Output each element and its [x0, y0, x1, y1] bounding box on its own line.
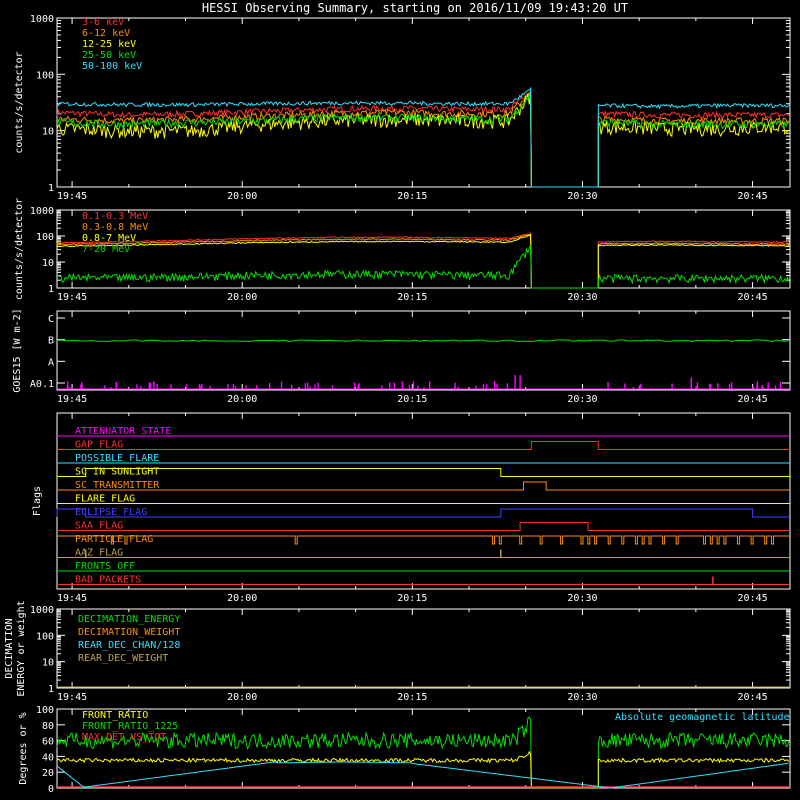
y-axis-label: Degrees or % [18, 712, 29, 784]
y-tick-label: 100 [36, 70, 54, 81]
time-tick-label: 20:45 [738, 191, 768, 202]
geomagnetic-latitude-line [56, 761, 789, 789]
panel-frame-3 [56, 412, 791, 590]
flag-line [56, 508, 790, 518]
y-axis-label: DECIMATION [4, 618, 15, 678]
panel-frame-0 [56, 17, 791, 188]
legend-entry: 0.3-0.8 MeV [82, 222, 148, 233]
flag-label: BAD PACKETS [75, 575, 141, 586]
time-tick-label: 20:15 [397, 292, 427, 303]
legend-entry: 6-12 keV [82, 28, 130, 39]
time-tick-label: 20:15 [397, 394, 427, 405]
y-axis-label: counts/s/detector [14, 51, 25, 153]
y-tick-label: 1 [48, 284, 54, 295]
y-tick-label: 80 [42, 721, 54, 732]
legend-entry: 50-100 keV [82, 61, 142, 72]
annotation-label: Absolute geomagnetic latitude [615, 712, 790, 723]
legend-entry: REAR_DEC_CHAN/128 [78, 640, 180, 651]
time-tick-label: 20:30 [567, 692, 597, 703]
time-tick-label: 19:45 [57, 692, 87, 703]
y-tick-label: 1000 [30, 14, 54, 25]
time-tick-label: 20:15 [397, 191, 427, 202]
legend-entry: 0.8-7 MeV [82, 233, 136, 244]
y-tick-label: 20 [42, 768, 54, 779]
time-tick-label: 19:45 [57, 394, 87, 405]
flag-line [57, 468, 790, 477]
goes-long-line [56, 339, 789, 342]
panel-frame-2 [56, 310, 791, 391]
goes-level-label: C [48, 314, 54, 325]
time-tick-label: 20:00 [227, 292, 257, 303]
time-tick-label: 20:45 [738, 692, 768, 703]
goes-level-label: A [48, 357, 54, 368]
flag-label: GAP FLAG [75, 440, 123, 451]
legend-entry: 25-50 keV [82, 50, 136, 61]
legend-entry: 0.1-0.3 MeV [82, 211, 148, 222]
time-tick-label: 20:45 [738, 593, 768, 604]
time-tick-label: 20:45 [738, 292, 768, 303]
panel-frame-1 [56, 209, 791, 289]
series-line [56, 86, 790, 188]
flag-line [57, 481, 790, 491]
time-tick-label: 20:45 [738, 394, 768, 405]
y-tick-label: 1000 [30, 206, 54, 217]
time-tick-label: 20:00 [227, 692, 257, 703]
time-tick-label: 20:00 [227, 394, 257, 405]
front-ratio-line [56, 750, 790, 789]
flag-label: FLARE FLAG [75, 494, 135, 505]
time-tick-label: 19:45 [57, 292, 87, 303]
legend-entry: FRONT_RATIO_1225 [82, 721, 178, 732]
flag-label: ATTENUATOR STATE [75, 426, 171, 437]
time-tick-label: 20:30 [567, 593, 597, 604]
series-line [56, 244, 790, 289]
y-tick-label: 10 [42, 258, 54, 269]
flag-label: AAZ FLAG [75, 548, 123, 559]
y-axis-label: GOES15 [W m-2] [12, 308, 23, 392]
y-tick-label: 1 [48, 183, 54, 194]
y-tick-label: 1000 [30, 605, 54, 616]
time-tick-label: 20:30 [567, 292, 597, 303]
time-tick-label: 20:00 [227, 593, 257, 604]
time-tick-label: 19:45 [57, 191, 87, 202]
legend-entry: REAR_DEC_WEIGHT [78, 653, 168, 664]
y-axis-label: counts/s/detector [14, 198, 25, 300]
goes-level-label: B [48, 336, 54, 347]
y-tick-label: 40 [42, 752, 54, 763]
legend-entry: 7-20 MeV [82, 244, 130, 255]
flag-line [57, 522, 790, 531]
goes-level-label: A0.1 [30, 379, 54, 390]
flag-line [57, 441, 790, 450]
y-tick-label: 100 [36, 232, 54, 243]
flag-label: FRONTS OFF [75, 561, 135, 572]
y-tick-label: 10 [42, 658, 54, 669]
y-tick-label: 100 [36, 705, 54, 716]
y-tick-label: 10 [42, 127, 54, 138]
y-axis-label: ENERGY or weight [16, 600, 27, 696]
time-tick-label: 20:00 [227, 191, 257, 202]
time-tick-label: 19:45 [57, 593, 87, 604]
y-tick-label: 0 [48, 784, 54, 795]
plot-title: HESSI Observing Summary, starting on 201… [202, 1, 628, 15]
hessi-summary-plot: HESSI Observing Summary, starting on 201… [4, 1, 791, 795]
time-tick-label: 20:30 [567, 394, 597, 405]
time-tick-label: 20:30 [567, 191, 597, 202]
y-axis-label: Flags [32, 486, 43, 516]
flag-label: SC TRANSMITTER [75, 480, 160, 491]
flag-label: POSSIBLE FLARE [75, 453, 159, 464]
y-tick-label: 100 [36, 631, 54, 642]
legend-entry: DECIMATION_ENERGY [78, 614, 180, 625]
y-tick-label: 1 [48, 684, 54, 695]
time-tick-label: 20:15 [397, 593, 427, 604]
flag-line [57, 535, 790, 545]
legend-entry: 3-6 keV [82, 17, 124, 28]
time-tick-label: 20:15 [397, 692, 427, 703]
y-tick-label: 60 [42, 737, 54, 748]
legend-entry: DECIMATION_WEIGHT [78, 627, 180, 638]
flag-label: SAA FLAG [75, 521, 123, 532]
legend-entry: FRONT_RATIO [82, 710, 148, 721]
legend-entry: 12-25 keV [82, 39, 136, 50]
legend-entry: MAX_DET_VS_TOT [82, 732, 166, 743]
